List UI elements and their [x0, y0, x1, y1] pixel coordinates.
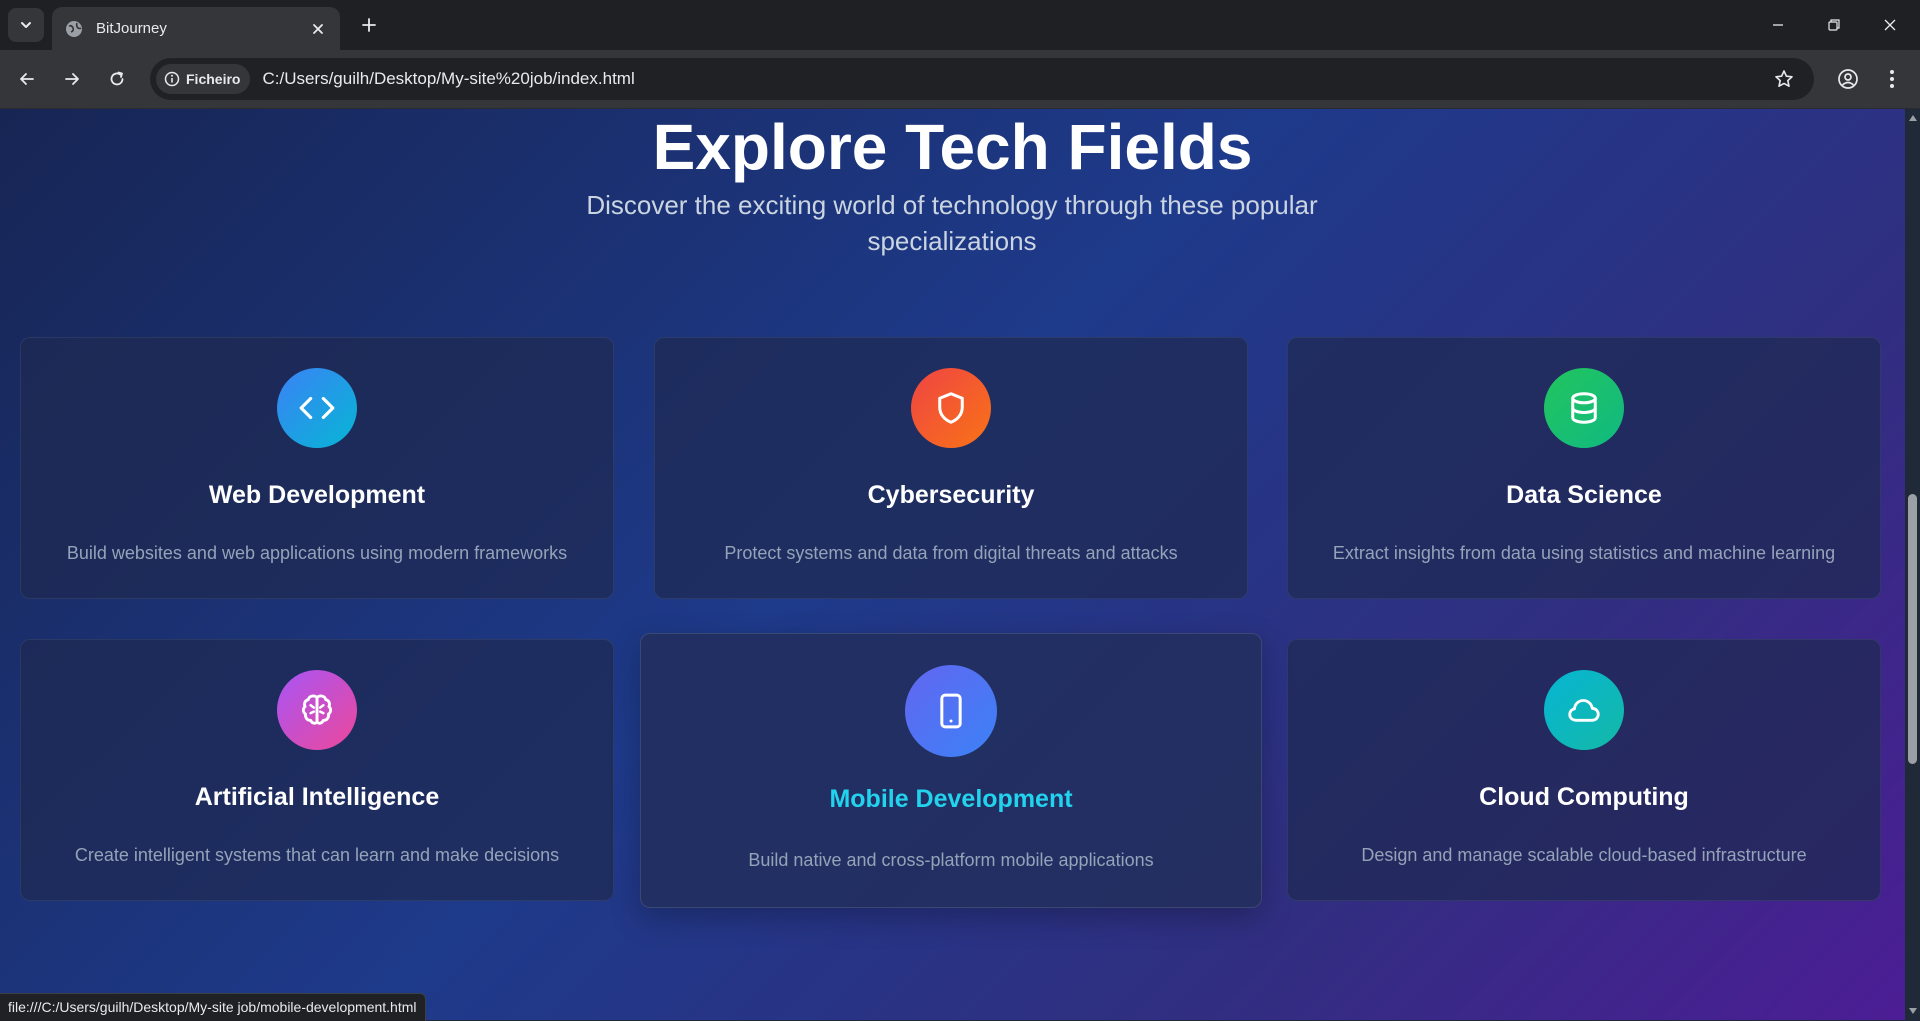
close-icon	[313, 23, 323, 34]
page-title: Explore Tech Fields	[652, 111, 1253, 183]
restore-button[interactable]	[1806, 0, 1862, 50]
reload-icon	[110, 71, 124, 86]
card-description: Design and manage scalable cloud-based i…	[1361, 845, 1807, 865]
chevron-down-icon	[21, 22, 31, 28]
card-title: Cybersecurity	[867, 481, 1035, 509]
cloud-icon	[1544, 670, 1624, 750]
card-title: Web Development	[208, 481, 426, 509]
scrollbar-thumb[interactable]	[1908, 494, 1917, 764]
brain-icon	[277, 670, 357, 750]
scroll-up-arrow[interactable]	[1905, 111, 1920, 125]
new-tab-button[interactable]	[352, 9, 386, 41]
field-card-mobile-development[interactable]: Mobile Development Build native and cros…	[640, 633, 1262, 908]
field-card-data-science[interactable]: Data Science Extract insights from data …	[1287, 337, 1881, 599]
forward-button[interactable]	[54, 61, 90, 97]
restore-icon	[1828, 19, 1840, 31]
arrow-left-icon	[20, 73, 34, 85]
globe-icon	[64, 19, 84, 39]
minimize-icon	[1773, 24, 1783, 26]
card-description: Build native and cross-platform mobile a…	[748, 850, 1154, 870]
link-status-bubble: file:///C:/Users/guilh/Desktop/My-site j…	[0, 993, 426, 1021]
page-scrollbar[interactable]	[1905, 109, 1920, 1020]
profile-button[interactable]	[1830, 61, 1866, 97]
tab-close-button[interactable]	[304, 15, 332, 43]
card-description: Build websites and web applications usin…	[66, 543, 568, 563]
card-description: Create intelligent systems that can lear…	[74, 845, 560, 865]
card-title: Data Science	[1506, 481, 1662, 509]
back-button[interactable]	[9, 61, 45, 97]
card-title: Artificial Intelligence	[194, 783, 440, 811]
triangle-down-icon	[1908, 1008, 1917, 1014]
bookmark-button[interactable]	[1766, 61, 1802, 97]
tab-title: BitJourney	[96, 20, 167, 37]
database-icon	[1544, 368, 1624, 448]
card-title: Cloud Computing	[1479, 783, 1689, 811]
star-icon	[1775, 70, 1793, 87]
code-icon	[277, 368, 357, 448]
browser-menu-button[interactable]	[1874, 61, 1910, 97]
browser-titlebar: BitJourney	[0, 0, 1920, 50]
browser-tab[interactable]: BitJourney	[52, 7, 340, 50]
browser-toolbar: Ficheiro C:/Users/guilh/Desktop/My-site%…	[0, 50, 1920, 109]
site-info-chip[interactable]: Ficheiro	[156, 64, 251, 94]
account-icon	[1838, 69, 1858, 89]
arrow-right-icon	[65, 73, 79, 85]
page-subtitle: Discover the exciting world of technolog…	[586, 190, 1318, 256]
close-icon	[1884, 19, 1896, 31]
page-viewport: Explore Tech Fields Discover the excitin…	[0, 109, 1905, 1020]
more-vertical-icon	[1890, 70, 1894, 88]
close-window-button[interactable]	[1862, 0, 1918, 50]
url-text[interactable]: C:/Users/guilh/Desktop/My-site%20job/ind…	[262, 69, 1766, 89]
field-card-web-development[interactable]: Web Development Build websites and web a…	[20, 337, 614, 599]
tab-search-button[interactable]	[8, 8, 44, 42]
minimize-button[interactable]	[1750, 0, 1806, 50]
smartphone-icon	[905, 665, 997, 757]
field-card-cybersecurity[interactable]: Cybersecurity Protect systems and data f…	[654, 337, 1248, 599]
address-bar[interactable]: Ficheiro C:/Users/guilh/Desktop/My-site%…	[150, 58, 1814, 100]
card-description: Extract insights from data using statist…	[1332, 543, 1836, 563]
card-description: Protect systems and data from digital th…	[724, 543, 1178, 563]
field-card-artificial-intelligence[interactable]: Artificial Intelligence Create intellige…	[20, 639, 614, 901]
reload-button[interactable]	[99, 61, 135, 97]
scroll-down-arrow[interactable]	[1905, 1004, 1920, 1018]
info-icon	[164, 71, 180, 87]
plus-icon	[362, 18, 376, 32]
triangle-up-icon	[1908, 115, 1917, 121]
site-info-label: Ficheiro	[186, 71, 241, 87]
field-card-cloud-computing[interactable]: Cloud Computing Design and manage scalab…	[1287, 639, 1881, 901]
shield-icon	[911, 368, 991, 448]
card-title: Mobile Development	[829, 785, 1073, 813]
